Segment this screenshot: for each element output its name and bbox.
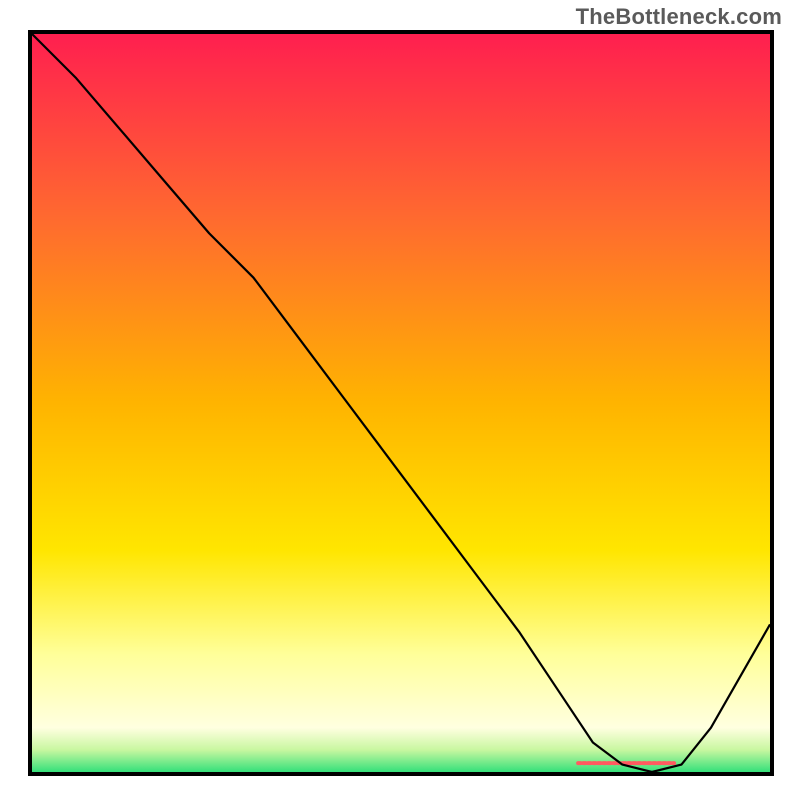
plot-area [28,30,774,776]
watermark-text: TheBottleneck.com [576,4,782,30]
chart-frame: TheBottleneck.com [0,0,800,800]
chart-svg [32,34,770,772]
gradient-backdrop [32,34,770,772]
